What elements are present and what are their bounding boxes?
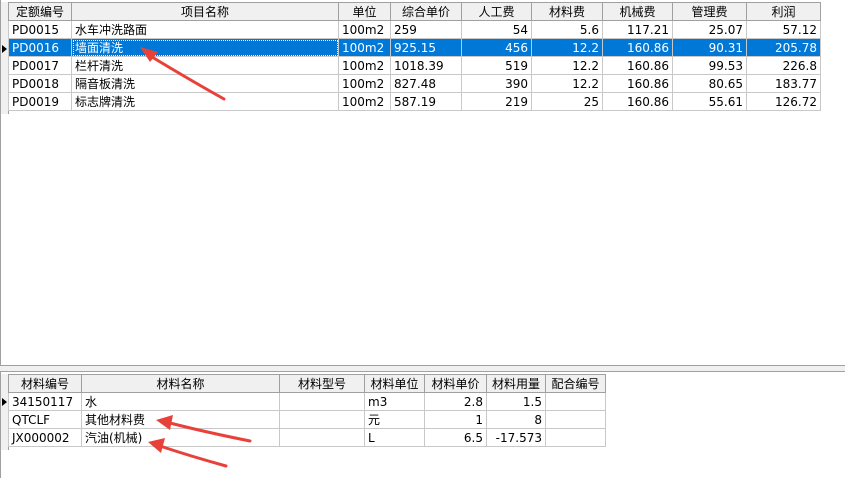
- cell-name[interactable]: 隔音板清洗: [71, 74, 339, 93]
- cell-labor[interactable]: 456: [461, 38, 532, 57]
- project-grid-header: 定额编号 项目名称 单位 综合单价 人工费 材料费 机械费 管理费 利润: [8, 2, 821, 21]
- cell-material-price[interactable]: 2.8: [424, 392, 487, 411]
- cell-profit[interactable]: 205.78: [746, 38, 821, 57]
- col-header-profit[interactable]: 利润: [746, 2, 821, 21]
- material-grid-pane: 材料编号 材料名称 材料型号 材料单位 材料单价 材料用量 配合编号 34150…: [0, 372, 845, 478]
- cell-mix-code[interactable]: [545, 428, 606, 447]
- material-grid-header: 材料编号 材料名称 材料型号 材料单位 材料单价 材料用量 配合编号: [8, 374, 606, 393]
- cell-name[interactable]: 水车冲洗路面: [71, 20, 339, 39]
- cell-material-name[interactable]: 其他材料费: [81, 410, 280, 429]
- cell-unit[interactable]: 100m2: [338, 38, 391, 57]
- col-header-code[interactable]: 定额编号: [8, 2, 72, 21]
- cell-code[interactable]: PD0019: [8, 92, 72, 111]
- cell-code[interactable]: PD0017: [8, 56, 72, 75]
- cell-machine[interactable]: 160.86: [602, 92, 673, 111]
- cell-labor[interactable]: 54: [461, 20, 532, 39]
- col-header-mgmt[interactable]: 管理费: [672, 2, 747, 21]
- cell-mgmt[interactable]: 90.31: [672, 38, 747, 57]
- col-header-name[interactable]: 项目名称: [71, 2, 339, 21]
- cell-material-model[interactable]: [279, 392, 365, 411]
- col-header-unit[interactable]: 单位: [338, 2, 391, 21]
- material-row[interactable]: QTCLF 其他材料费 元 1 8: [8, 410, 606, 429]
- cell-material-qty[interactable]: 8: [486, 410, 546, 429]
- material-row[interactable]: JX000002 汽油(机械) L 6.5 -17.573: [8, 428, 606, 447]
- cell-code[interactable]: PD0016: [8, 38, 72, 57]
- cell-name[interactable]: 标志牌清洗: [71, 92, 339, 111]
- current-row-arrow-icon: [2, 45, 7, 53]
- col-header-material-code[interactable]: 材料编号: [8, 374, 82, 393]
- cell-material-code[interactable]: JX000002: [8, 428, 82, 447]
- col-header-material-qty[interactable]: 材料用量: [486, 374, 546, 393]
- project-grid-pane: 定额编号 项目名称 单位 综合单价 人工费 材料费 机械费 管理费 利润 PD0…: [0, 0, 845, 366]
- current-row-arrow-icon: [2, 398, 7, 406]
- cell-price[interactable]: 587.19: [390, 92, 462, 111]
- cell-labor[interactable]: 390: [461, 74, 532, 93]
- col-header-machine[interactable]: 机械费: [602, 2, 673, 21]
- cell-profit[interactable]: 226.8: [746, 56, 821, 75]
- cell-material[interactable]: 25: [531, 92, 603, 111]
- material-row[interactable]: 34150117 水 m3 2.8 1.5: [8, 392, 606, 411]
- cell-labor[interactable]: 519: [461, 56, 532, 75]
- cell-price[interactable]: 827.48: [390, 74, 462, 93]
- project-row[interactable]: PD0019 标志牌清洗 100m2 587.19 219 25 160.86 …: [8, 92, 821, 111]
- cell-unit[interactable]: 100m2: [338, 20, 391, 39]
- cell-material-name[interactable]: 水: [81, 392, 280, 411]
- cell-material-name[interactable]: 汽油(机械): [81, 428, 280, 447]
- col-header-mix-code[interactable]: 配合编号: [545, 374, 606, 393]
- cell-price[interactable]: 259: [390, 20, 462, 39]
- cell-mgmt[interactable]: 99.53: [672, 56, 747, 75]
- project-row-selected[interactable]: PD0016 墙面清洗 100m2 925.15 456 12.2 160.86…: [8, 38, 821, 57]
- cell-price[interactable]: 925.15: [390, 38, 462, 57]
- project-grid[interactable]: 定额编号 项目名称 单位 综合单价 人工费 材料费 机械费 管理费 利润 PD0…: [8, 2, 821, 111]
- col-header-material-price[interactable]: 材料单价: [424, 374, 487, 393]
- cell-machine[interactable]: 160.86: [602, 56, 673, 75]
- cell-material[interactable]: 12.2: [531, 38, 603, 57]
- cell-unit[interactable]: 100m2: [338, 74, 391, 93]
- cell-material-price[interactable]: 1: [424, 410, 487, 429]
- cell-material-qty[interactable]: -17.573: [486, 428, 546, 447]
- col-header-material-model[interactable]: 材料型号: [279, 374, 365, 393]
- cell-profit[interactable]: 183.77: [746, 74, 821, 93]
- cell-code[interactable]: PD0018: [8, 74, 72, 93]
- cell-mgmt[interactable]: 55.61: [672, 92, 747, 111]
- cell-unit[interactable]: 100m2: [338, 92, 391, 111]
- cell-mix-code[interactable]: [545, 392, 606, 411]
- cell-mix-code[interactable]: [545, 410, 606, 429]
- project-row[interactable]: PD0018 隔音板清洗 100m2 827.48 390 12.2 160.8…: [8, 74, 821, 93]
- cell-material-unit[interactable]: L: [364, 428, 425, 447]
- cell-machine[interactable]: 117.21: [602, 20, 673, 39]
- cell-machine[interactable]: 160.86: [602, 38, 673, 57]
- project-row[interactable]: PD0017 栏杆清洗 100m2 1018.39 519 12.2 160.8…: [8, 56, 821, 75]
- col-header-price[interactable]: 综合单价: [390, 2, 462, 21]
- cell-material-model[interactable]: [279, 410, 365, 429]
- cell-unit[interactable]: 100m2: [338, 56, 391, 75]
- cell-name[interactable]: 墙面清洗: [71, 38, 339, 57]
- cell-profit[interactable]: 57.12: [746, 20, 821, 39]
- cell-code[interactable]: PD0015: [8, 20, 72, 39]
- cell-material[interactable]: 5.6: [531, 20, 603, 39]
- cell-material-code[interactable]: 34150117: [8, 392, 82, 411]
- cell-name[interactable]: 栏杆清洗: [71, 56, 339, 75]
- cell-mgmt[interactable]: 80.65: [672, 74, 747, 93]
- cell-labor[interactable]: 219: [461, 92, 532, 111]
- cell-material-price[interactable]: 6.5: [424, 428, 487, 447]
- cell-profit[interactable]: 126.72: [746, 92, 821, 111]
- project-row[interactable]: PD0015 水车冲洗路面 100m2 259 54 5.6 117.21 25…: [8, 20, 821, 39]
- cell-material-model[interactable]: [279, 428, 365, 447]
- cell-machine[interactable]: 160.86: [602, 74, 673, 93]
- cell-material[interactable]: 12.2: [531, 56, 603, 75]
- cell-price[interactable]: 1018.39: [390, 56, 462, 75]
- material-grid[interactable]: 材料编号 材料名称 材料型号 材料单位 材料单价 材料用量 配合编号 34150…: [8, 374, 606, 447]
- cell-mgmt[interactable]: 25.07: [672, 20, 747, 39]
- col-header-labor[interactable]: 人工费: [461, 2, 532, 21]
- col-header-material-name[interactable]: 材料名称: [81, 374, 280, 393]
- col-header-material-unit[interactable]: 材料单位: [364, 374, 425, 393]
- col-header-material[interactable]: 材料费: [531, 2, 603, 21]
- cell-material-code[interactable]: QTCLF: [8, 410, 82, 429]
- cell-material[interactable]: 12.2: [531, 74, 603, 93]
- cell-material-qty[interactable]: 1.5: [486, 392, 546, 411]
- cell-material-unit[interactable]: m3: [364, 392, 425, 411]
- cell-material-unit[interactable]: 元: [364, 410, 425, 429]
